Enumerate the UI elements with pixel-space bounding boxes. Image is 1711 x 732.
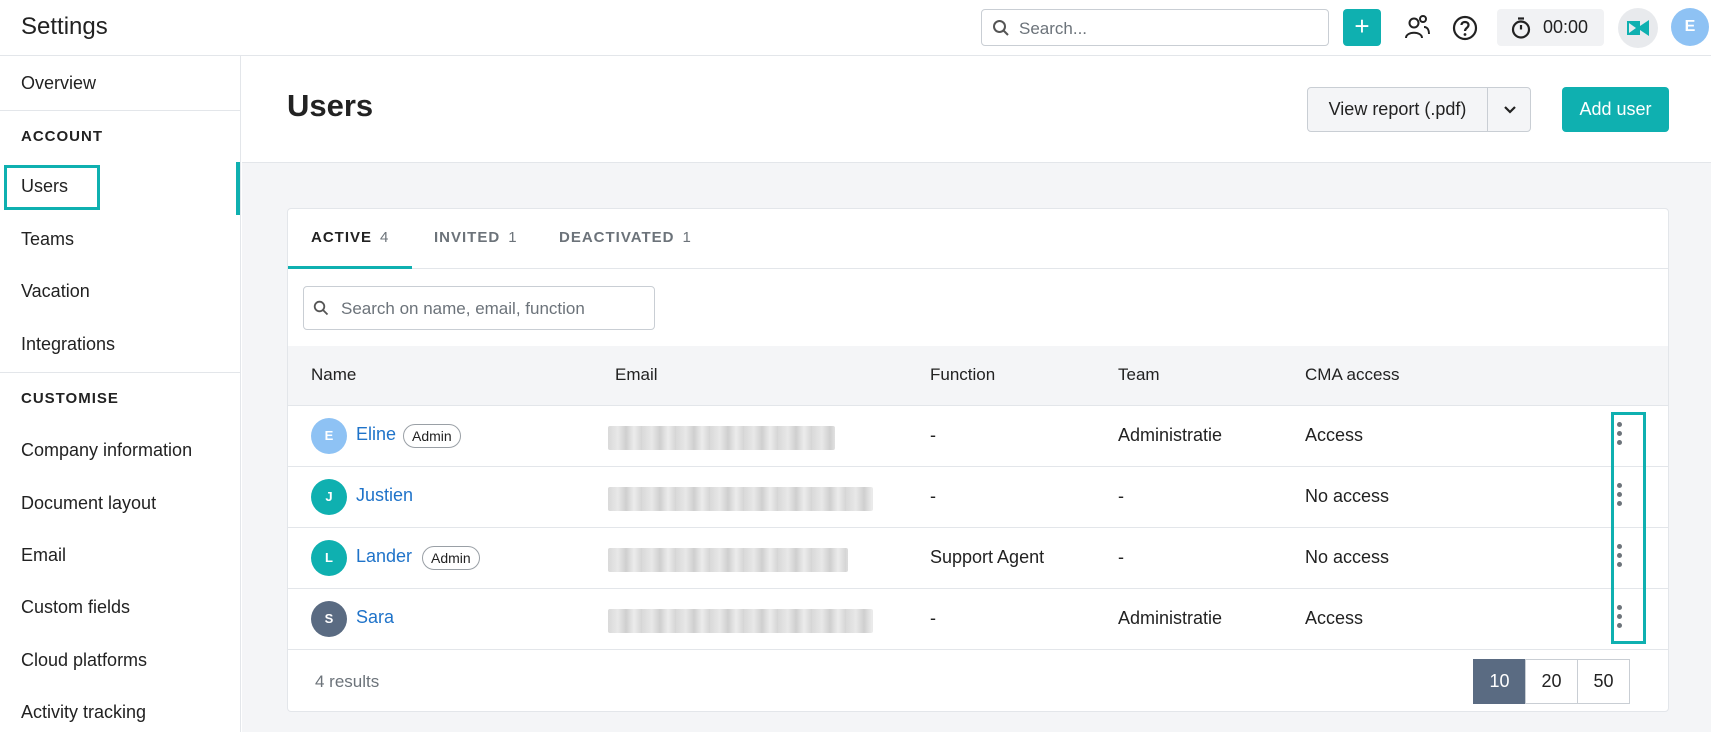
sidebar-item-document-layout[interactable]: Document layout: [21, 493, 156, 514]
time-tracker-button[interactable]: 00:00: [1497, 9, 1604, 46]
sidebar-divider: [0, 110, 240, 111]
tab-label: DEACTIVATED: [559, 229, 675, 246]
global-search-input[interactable]: Search...: [981, 9, 1329, 46]
page-size-10-button[interactable]: 10: [1473, 659, 1526, 704]
user-search-placeholder: Search on name, email, function: [341, 299, 585, 318]
user-name-link[interactable]: Lander: [356, 546, 412, 567]
function-cell: -: [930, 486, 936, 506]
sidebar-item-users[interactable]: Users: [21, 176, 68, 197]
settings-sidebar: Overview ACCOUNT Users Teams Vacation In…: [0, 56, 241, 732]
function-cell: Support Agent: [930, 547, 1045, 567]
sidebar-item-teams[interactable]: Teams: [21, 229, 74, 250]
cma-access-cell: Access: [1305, 425, 1364, 445]
tab-count: 1: [508, 229, 518, 246]
user-search-input[interactable]: Search on name, email, function: [303, 286, 655, 330]
function-cell: -: [930, 425, 936, 445]
column-header-name[interactable]: Name: [311, 365, 356, 385]
tab-deactivated[interactable]: DEACTIVATED 1: [559, 229, 692, 269]
stopwatch-icon: [1511, 17, 1531, 39]
team-cell: -: [1118, 486, 1124, 506]
function-cell: -: [930, 608, 936, 628]
sidebar-active-indicator: [236, 162, 240, 215]
table-row[interactable]: L Lander Admin Support Agent - No access: [288, 528, 1668, 589]
avatar: J: [311, 479, 347, 515]
people-icon[interactable]: [1402, 13, 1432, 43]
chevron-down-icon: [1504, 106, 1516, 114]
sidebar-item-company-information[interactable]: Company information: [21, 440, 192, 461]
avatar: E: [311, 418, 347, 454]
table-row[interactable]: E Eline Admin - Administratie Access: [288, 406, 1668, 467]
cma-access-cell: Access: [1305, 608, 1364, 628]
tab-count: 1: [682, 229, 692, 246]
page-size-50-button[interactable]: 50: [1577, 659, 1630, 704]
view-report-dropdown-button[interactable]: [1489, 88, 1531, 131]
team-cell: -: [1118, 547, 1124, 567]
column-header-cma-access[interactable]: CMA access: [1305, 365, 1399, 385]
page-size-20-button[interactable]: 20: [1525, 659, 1578, 704]
add-user-button[interactable]: Add user: [1562, 87, 1669, 132]
tab-count: 4: [380, 229, 390, 246]
sidebar-item-vacation[interactable]: Vacation: [21, 281, 90, 302]
tab-invited[interactable]: INVITED 1: [434, 229, 518, 269]
search-icon: [993, 20, 1009, 36]
sidebar-item-overview[interactable]: Overview: [21, 73, 96, 94]
timer-value: 00:00: [1543, 17, 1589, 37]
sidebar-item-integrations[interactable]: Integrations: [21, 334, 115, 355]
video-call-button[interactable]: [1618, 8, 1658, 48]
page-title: Users: [287, 88, 374, 123]
app-title: Settings: [21, 13, 108, 40]
sidebar-section-account: ACCOUNT: [21, 128, 103, 145]
team-cell: Administratie: [1118, 425, 1223, 445]
admin-badge: Admin: [422, 546, 480, 570]
user-name-link[interactable]: Eline: [356, 424, 396, 445]
email-redacted: [608, 609, 873, 633]
search-icon: [313, 300, 329, 316]
top-bar: Settings Search... + 00:00 E: [0, 0, 1711, 56]
avatar: S: [311, 601, 347, 637]
column-header-team[interactable]: Team: [1118, 365, 1160, 385]
user-name-link[interactable]: Justien: [356, 485, 413, 506]
column-header-function[interactable]: Function: [930, 365, 995, 385]
email-redacted: [608, 548, 848, 572]
sidebar-item-custom-fields[interactable]: Custom fields: [21, 597, 130, 618]
tab-label: ACTIVE: [311, 229, 373, 246]
column-header-email[interactable]: Email: [615, 365, 658, 385]
table-row[interactable]: J Justien - - No access: [288, 467, 1668, 528]
sidebar-divider: [0, 372, 240, 373]
help-icon[interactable]: [1450, 13, 1480, 43]
table-header: Name Email Function Team CMA access: [288, 346, 1668, 406]
tab-active[interactable]: ACTIVE 4: [311, 229, 389, 269]
page-header: Users View report (.pdf) Add user: [242, 56, 1711, 163]
email-redacted: [608, 487, 873, 511]
cma-access-cell: No access: [1305, 547, 1390, 567]
quick-add-button[interactable]: +: [1343, 9, 1381, 46]
user-status-tabs: ACTIVE 4 INVITED 1 DEACTIVATED 1: [288, 209, 1668, 269]
cma-access-cell: No access: [1305, 486, 1390, 506]
email-redacted: [608, 426, 835, 450]
sidebar-section-customise: CUSTOMISE: [21, 390, 119, 407]
users-card: ACTIVE 4 INVITED 1 DEACTIVATED 1 Search on …: [287, 208, 1669, 712]
video-icon: [1627, 20, 1649, 36]
view-report-split-button: View report (.pdf): [1307, 87, 1531, 132]
view-report-button[interactable]: View report (.pdf): [1308, 88, 1488, 131]
user-name-link[interactable]: Sara: [356, 607, 394, 628]
sidebar-item-cloud-platforms[interactable]: Cloud platforms: [21, 650, 147, 671]
table-row[interactable]: S Sara - Administratie Access: [288, 589, 1668, 650]
sidebar-item-activity-tracking[interactable]: Activity tracking: [21, 702, 146, 723]
avatar: L: [311, 540, 347, 576]
user-avatar[interactable]: E: [1671, 8, 1709, 46]
tab-label: INVITED: [434, 229, 501, 246]
results-count: 4 results: [315, 672, 380, 691]
admin-badge: Admin: [403, 424, 461, 448]
sidebar-item-email[interactable]: Email: [21, 545, 66, 566]
active-tab-indicator: [288, 266, 412, 269]
global-search-placeholder: Search...: [1019, 19, 1088, 38]
row-actions-highlight: [1611, 412, 1646, 644]
team-cell: Administratie: [1118, 608, 1223, 628]
